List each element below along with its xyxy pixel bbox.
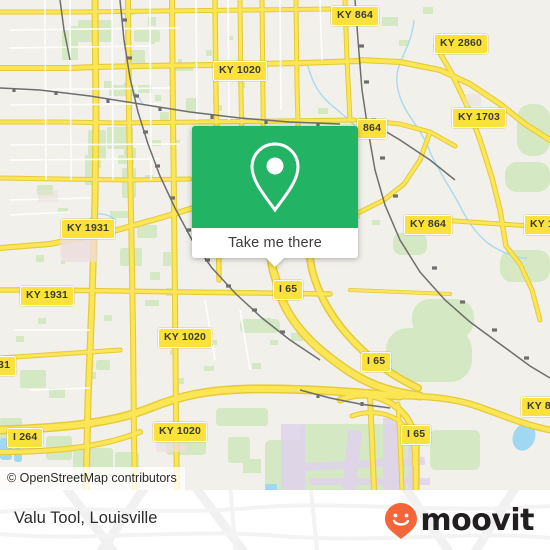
road-label-ky-1020-bot[interactable]: KY 1020 <box>153 422 208 442</box>
road-label-ky-1931-lower[interactable]: KY 1931 <box>20 286 75 306</box>
road-label-ky-864-top[interactable]: KY 864 <box>331 6 380 26</box>
road-label-ky-1931-upper[interactable]: KY 1931 <box>61 219 116 239</box>
moovit-logo[interactable]: moovit <box>384 502 534 540</box>
road-label-i-65-mid[interactable]: I 65 <box>273 280 304 300</box>
road-label-ky-864-right[interactable]: KY 864 <box>404 215 453 235</box>
map-canvas[interactable]: KY 864 KY 2860 KY 1020 KY 1703 864 KY 86… <box>0 0 550 490</box>
map-pin-icon <box>250 142 300 213</box>
location-callout-popup[interactable]: Take me there <box>192 126 358 267</box>
footer-bar: Valu Tool, Louisville moovit <box>0 490 550 550</box>
road-label-ky-1020-mid[interactable]: KY 1020 <box>158 328 213 348</box>
road-label-ky-1703[interactable]: KY 1703 <box>452 108 507 128</box>
road-label-i-65-bottom[interactable]: I 65 <box>401 425 432 445</box>
road-label-ky-2860[interactable]: KY 2860 <box>434 34 489 54</box>
road-label-ky-1020-top[interactable]: KY 1020 <box>213 61 268 81</box>
road-label-ky-1931-edge[interactable]: 931 <box>0 356 17 376</box>
map-screenshot: KY 864 KY 2860 KY 1020 KY 1703 864 KY 86… <box>0 0 550 550</box>
popup-marker-panel <box>192 126 358 228</box>
road-label-i-264[interactable]: I 264 <box>7 428 44 448</box>
take-me-there-button[interactable]: Take me there <box>192 228 358 258</box>
osm-attribution[interactable]: © OpenStreetMap contributors <box>0 467 185 490</box>
moovit-wordmark: moovit <box>420 503 534 538</box>
road-label-ky-1-edge[interactable]: KY 1 <box>524 215 550 235</box>
take-me-there-label: Take me there <box>228 235 322 251</box>
popup-pointer-tail <box>266 258 284 267</box>
road-label-ky-864-behind[interactable]: 864 <box>357 119 388 139</box>
road-label-i-65-lower[interactable]: I 65 <box>361 352 392 372</box>
road-label-ky-8-edge[interactable]: KY 8 <box>521 397 550 417</box>
moovit-pin-icon <box>385 503 418 539</box>
place-title: Valu Tool, Louisville <box>14 509 158 527</box>
